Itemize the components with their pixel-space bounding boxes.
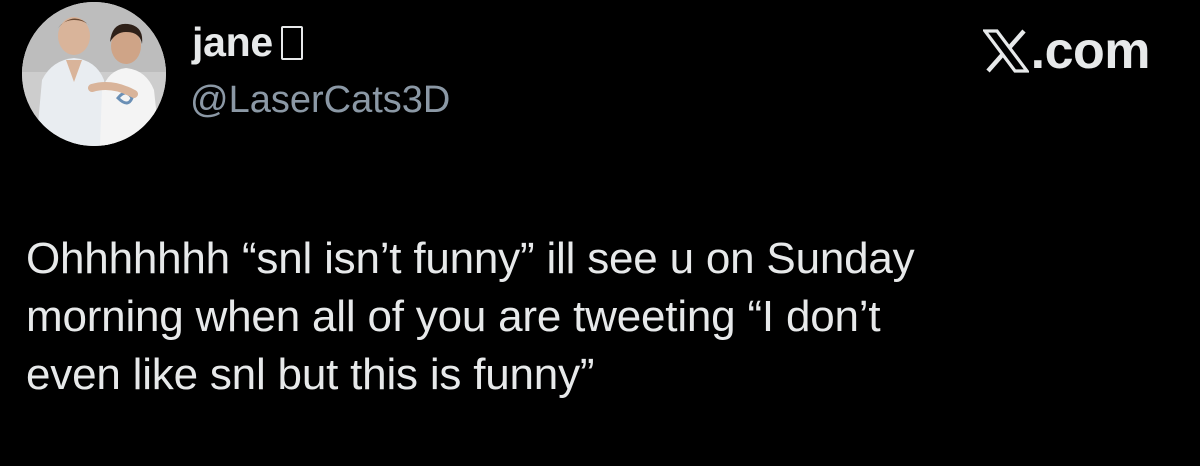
avatar[interactable] — [22, 2, 166, 146]
author-handle[interactable]: @LaserCats3D — [190, 78, 450, 122]
tweet-text-line: morning when all of you are tweeting “I … — [26, 292, 881, 341]
profile-photo-icon — [22, 2, 166, 146]
x-logo-icon — [982, 29, 1029, 73]
tweet-text-line: Ohhhhhhh “snl isn’t funny” ill see u on … — [26, 234, 915, 283]
tweet-card: jane @LaserCats3D .com Ohhhhhhh “snl isn… — [0, 0, 1200, 466]
brand-watermark: .com — [982, 22, 1151, 80]
tweet-text: Ohhhhhhh “snl isn’t funny” ill see u on … — [26, 230, 1166, 404]
missing-glyph-icon — [280, 26, 303, 60]
brand-domain-text: .com — [1030, 22, 1151, 80]
tweet-text-line: even like snl but this is funny” — [26, 350, 595, 399]
author-name-text[interactable]: jane — [192, 19, 273, 65]
author-display-name[interactable]: jane — [192, 18, 303, 66]
